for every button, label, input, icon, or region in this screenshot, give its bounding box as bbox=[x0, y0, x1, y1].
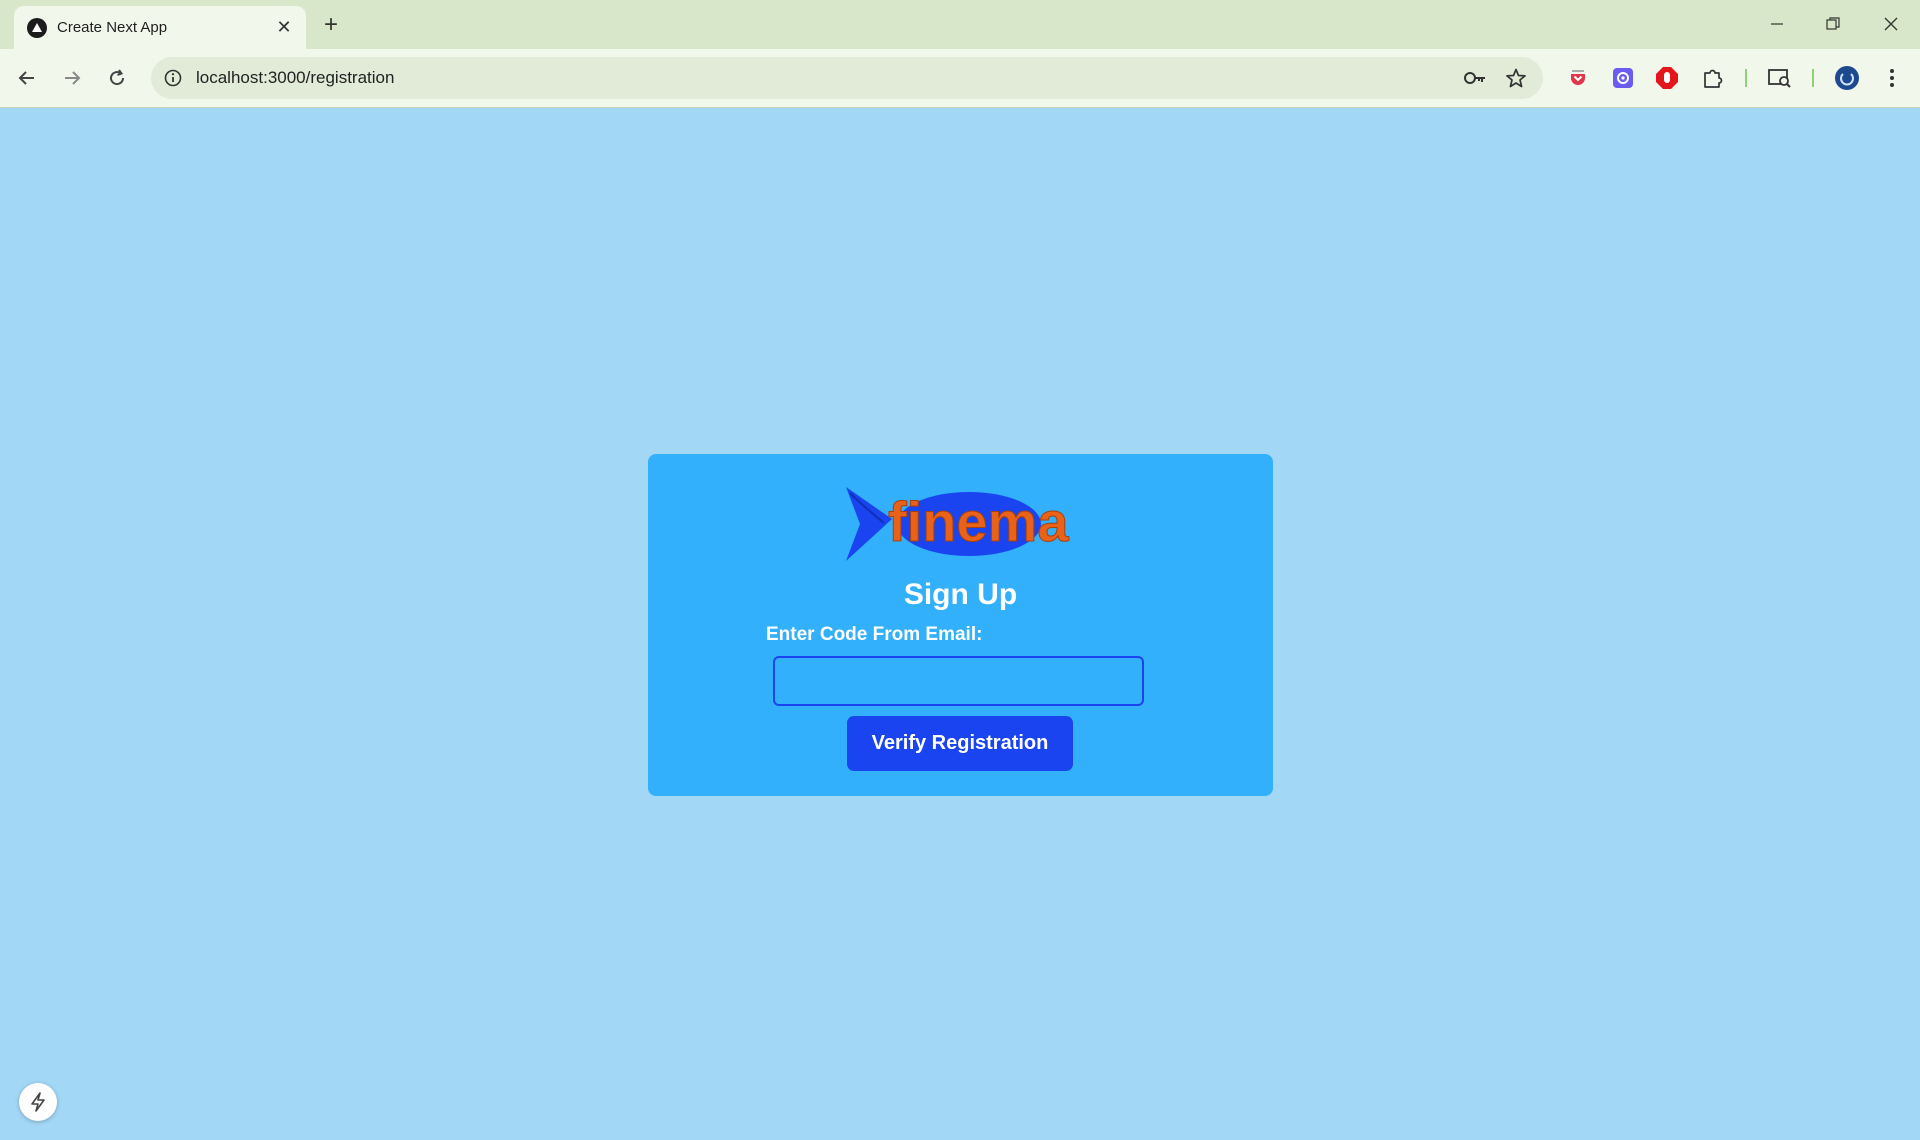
puzzle-icon[interactable] bbox=[1696, 61, 1730, 95]
address-bar[interactable]: localhost:3000/registration bbox=[151, 57, 1543, 99]
extension-purple-icon[interactable] bbox=[1606, 61, 1640, 95]
address-url: localhost:3000/registration bbox=[196, 68, 395, 87]
pocket-icon[interactable] bbox=[1561, 61, 1595, 95]
reload-button[interactable] bbox=[100, 61, 134, 95]
browser-menu-button[interactable] bbox=[1875, 61, 1909, 95]
profile-avatar[interactable] bbox=[1830, 61, 1864, 95]
adblock-icon[interactable] bbox=[1650, 61, 1684, 95]
nextjs-devtools-button[interactable] bbox=[19, 1083, 57, 1121]
code-input[interactable] bbox=[773, 656, 1144, 706]
browser-toolbar: localhost:3000/registration bbox=[0, 49, 1920, 108]
forward-button[interactable] bbox=[55, 61, 89, 95]
back-button[interactable] bbox=[10, 61, 44, 95]
verify-registration-button[interactable]: Verify Registration bbox=[847, 716, 1073, 771]
toolbar-divider bbox=[1812, 69, 1814, 87]
tab-search-icon[interactable] bbox=[1763, 61, 1797, 95]
signup-card: finema Sign Up Enter Code From Email: Ve… bbox=[648, 454, 1273, 796]
tab-close-icon[interactable]: ✕ bbox=[270, 14, 298, 42]
new-tab-button[interactable]: + bbox=[316, 10, 346, 40]
restore-button[interactable] bbox=[1810, 6, 1856, 42]
logo-text: finema bbox=[888, 490, 1069, 553]
close-window-button[interactable] bbox=[1868, 6, 1914, 42]
finema-logo: finema bbox=[844, 487, 1084, 565]
toolbar-divider bbox=[1745, 69, 1747, 87]
page-title: Sign Up bbox=[903, 578, 1018, 611]
browser-tab[interactable]: Create Next App ✕ bbox=[14, 6, 306, 49]
minimize-button[interactable] bbox=[1754, 6, 1800, 42]
key-icon[interactable] bbox=[1463, 66, 1487, 90]
nextjs-favicon-icon bbox=[27, 17, 47, 38]
site-info-icon[interactable] bbox=[161, 66, 185, 90]
star-icon[interactable] bbox=[1504, 66, 1528, 90]
code-label: Enter Code From Email: bbox=[766, 624, 983, 645]
tab-title: Create Next App bbox=[57, 19, 168, 36]
browser-tab-strip: Create Next App ✕ + bbox=[0, 0, 1920, 49]
